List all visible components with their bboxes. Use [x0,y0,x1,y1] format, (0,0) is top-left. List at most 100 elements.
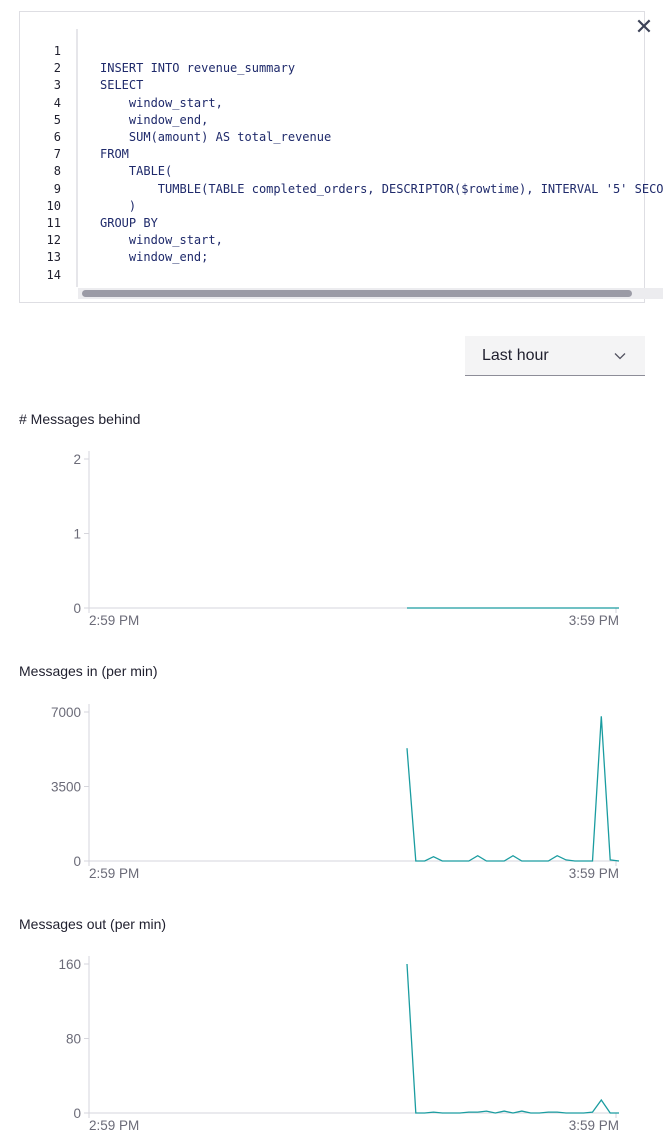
data-point [565,1112,566,1113]
line-number: 11 [46,216,61,230]
chart-title-messages-behind: # Messages behind [19,411,141,427]
data-point [530,1112,531,1113]
y-tick-label: 0 [73,1106,81,1121]
scrollbar-thumb[interactable] [82,290,632,297]
code-line[interactable]: window_end, [100,112,208,129]
data-point [583,860,584,861]
line-number: 8 [53,164,61,179]
data-point [406,963,407,964]
code-line[interactable]: FROM [100,146,129,163]
data-point [486,1111,487,1112]
data-point [424,1112,425,1113]
data-point [406,607,407,608]
data-point [557,607,558,608]
data-point [477,855,478,856]
data-point [610,1112,611,1113]
messages-in-chart: 7000 3500 0 2:59 PM 3:59 PM [51,704,620,881]
data-point [468,860,469,861]
x-tick-label: 3:59 PM [569,613,619,628]
line-number: 12 [46,233,61,248]
close-button[interactable]: ✕ [634,16,654,40]
chevron-down-icon [614,353,626,360]
close-icon[interactable]: ✕ [635,15,653,40]
code-line[interactable]: ) [100,198,136,215]
gutter-divider [76,29,78,287]
y-tick-label: 7000 [51,705,81,720]
code-line[interactable]: window_start, [100,95,223,112]
data-point [477,1111,478,1112]
line-number: 7 [53,147,61,162]
time-range-select[interactable]: Last hour [465,336,645,376]
data-point [512,855,513,856]
data-point [433,1111,434,1112]
data-point [601,716,602,717]
code-line[interactable]: TUMBLE(TABLE completed_orders, DESCRIPTO… [100,181,663,198]
messages-out-chart: 160 80 0 2:59 PM 3:59 PM [58,956,619,1133]
data-point [583,1112,584,1113]
data-point [442,860,443,861]
x-tick-label: 3:59 PM [569,866,619,881]
line-number: 9 [53,181,61,196]
data-point [557,1111,558,1112]
data-point [504,1111,505,1112]
data-point [539,1112,540,1113]
line-number: 4 [53,95,61,110]
x-tick-label: 3:59 PM [569,1118,619,1133]
line-number: 14 [46,267,61,282]
data-point [451,607,452,608]
data-point [504,860,505,861]
sql-editor-panel: 1 2 3 4 5 6 7 8 9 10 11 12 13 14 INSERT … [19,11,663,303]
chart-title-messages-in: Messages in (per min) [19,663,158,679]
code-line[interactable]: SELECT [100,77,143,94]
line-number: 13 [46,250,61,265]
line-number: 10 [46,198,61,213]
series-line [406,963,619,1114]
horizontal-scrollbar[interactable] [78,288,663,299]
x-tick-label: 2:59 PM [89,1118,139,1133]
code-line[interactable]: INSERT INTO revenue_summary [100,60,295,77]
data-point [459,860,460,861]
code-line[interactable]: window_start, [100,232,223,249]
code-line[interactable]: GROUP BY [100,215,158,232]
data-point [539,860,540,861]
data-point [495,1112,496,1113]
code-line[interactable]: SUM(amount) AS total_revenue [100,129,331,146]
data-point [557,855,558,856]
data-point [486,860,487,861]
data-point [521,1111,522,1112]
data-point [411,607,412,608]
data-point [574,1112,575,1113]
data-point [451,860,452,861]
data-point [451,1112,452,1113]
code-editor[interactable]: 1 2 3 4 5 6 7 8 9 10 11 12 13 14 INSERT … [40,29,663,303]
time-range-selected-value: Last hour [482,347,549,364]
series-line [406,716,620,862]
y-tick-label: 1 [73,527,81,542]
line-number-gutter: 1 2 3 4 5 6 7 8 9 10 11 12 13 14 [40,29,76,287]
data-point [468,1111,469,1112]
line-number: 3 [53,78,61,93]
code-line[interactable]: TABLE( [100,163,172,180]
y-tick-label: 160 [58,957,81,972]
data-point [618,1112,619,1113]
data-point [433,856,434,857]
y-tick-label: 80 [66,1032,81,1047]
y-tick-label: 3500 [51,780,81,795]
messages-behind-chart: 2 1 0 2:59 PM 3:59 PM [73,451,619,628]
line-number: 1 [53,44,61,58]
code-line[interactable]: window_end; [100,249,208,266]
data-point [512,1112,513,1113]
x-tick-label: 2:59 PM [89,613,139,628]
data-point [530,607,531,608]
data-point [521,860,522,861]
data-point [442,1112,443,1113]
data-point [459,1112,460,1113]
data-point [530,860,531,861]
data-point [618,607,619,608]
line-number: 6 [53,130,61,144]
data-point [574,860,575,861]
data-point [504,607,505,608]
data-point [415,860,416,861]
x-tick-label: 2:59 PM [89,866,139,881]
data-point [601,1099,602,1100]
